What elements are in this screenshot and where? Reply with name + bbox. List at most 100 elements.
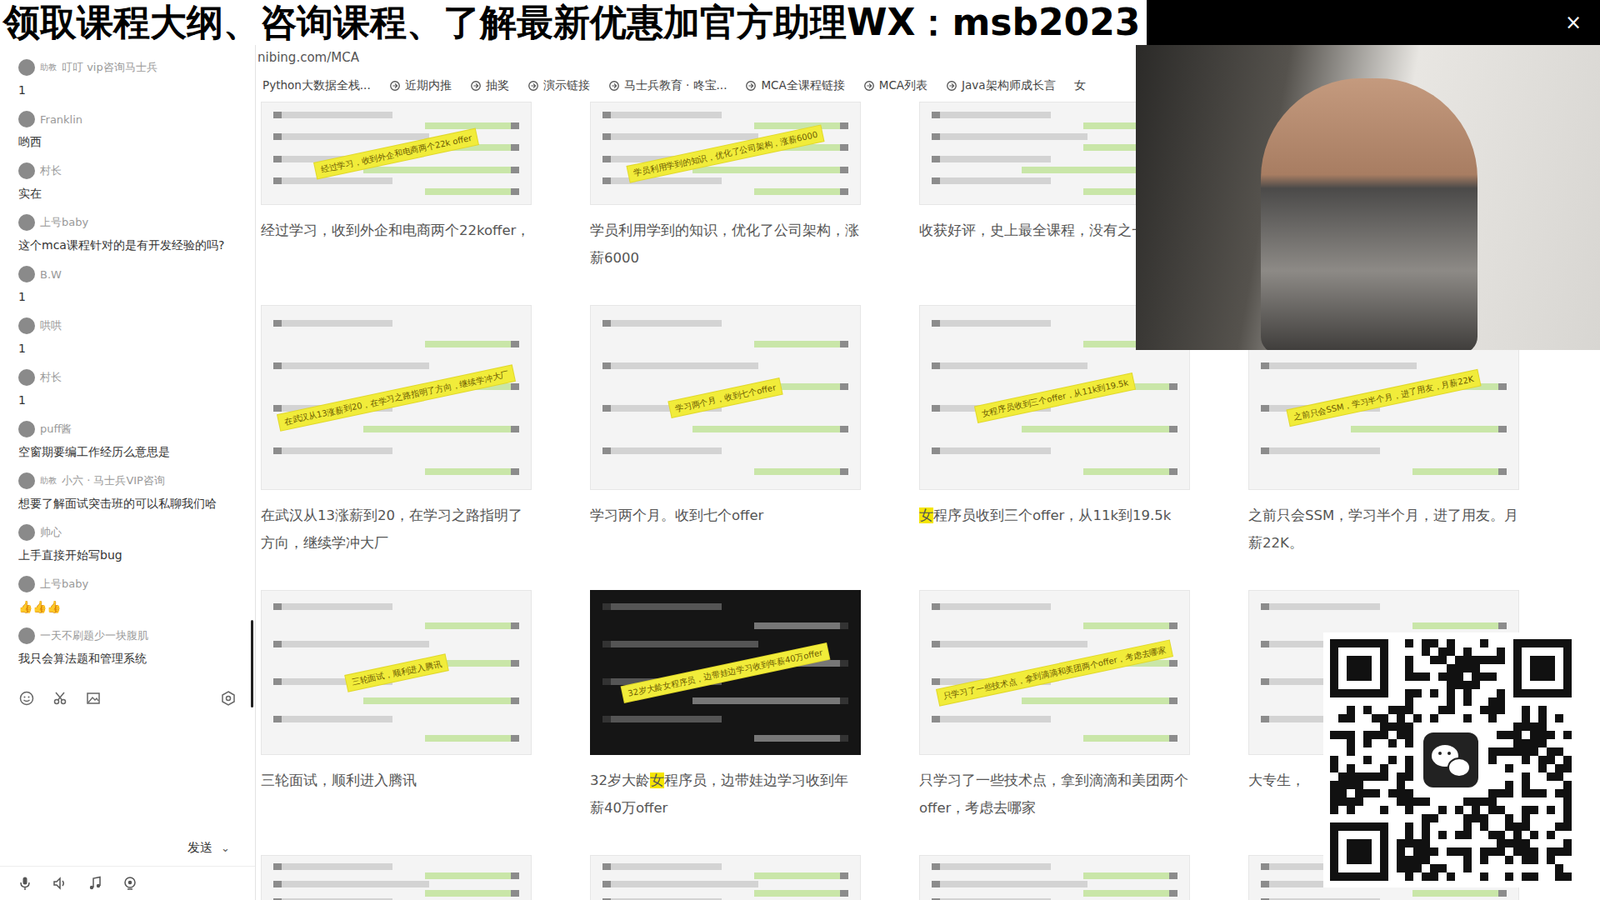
send-menu-button[interactable]: ⌄	[220, 841, 230, 855]
sender-name: 上号baby	[40, 576, 89, 592]
sender-name: 叮叮 vip咨询马士兵	[61, 60, 158, 75]
link-icon	[389, 80, 401, 92]
chat-message: 上号baby 这个mca课程针对的是有开发经验的吗?	[0, 208, 255, 260]
sender-name: 村长	[40, 370, 62, 385]
chat-screenshot	[260, 855, 532, 900]
sender-name: 一天不刷题少一块腹肌	[40, 628, 149, 644]
testimonial-card[interactable]: 在武汉从13涨薪到20，在学习之路指明了方向，继续学冲大厂在武汉从13涨薪到20…	[260, 305, 532, 557]
emoji-icon[interactable]	[18, 690, 35, 707]
record-icon[interactable]	[121, 875, 139, 892]
qr-code-icon	[1323, 632, 1579, 888]
testimonial-card[interactable]: 经过学习，收到外企和电商两个22k offer 经过学习，收到外企和电商两个22k…	[260, 101, 532, 272]
card-caption: 在武汉从13涨薪到20，在学习之路指明了方向，继续学冲大厂	[260, 501, 532, 557]
testimonial-card[interactable]	[919, 855, 1190, 900]
card-caption: 三轮面试，顺利进入腾讯	[260, 766, 532, 822]
testimonial-card[interactable]: 三轮面试，顺利进入腾讯三轮面试，顺利进入腾讯	[260, 590, 532, 822]
sender-name: 帅心	[40, 525, 62, 540]
chat-toolbar	[0, 673, 255, 710]
scrollbar[interactable]	[250, 620, 254, 708]
highlight-banner: 在武汉从13涨薪到20，在学习之路指明了方向，继续学冲大厂	[277, 365, 515, 430]
avatar-icon	[18, 162, 35, 180]
role-badge: 助教	[40, 475, 57, 487]
promo-banner: 领取课程大纲、咨询课程、了解最新优惠加官方助理WX：msb2023×	[0, 0, 1600, 45]
screen: 领取课程大纲、咨询课程、了解最新优惠加官方助理WX：msb2023×助教叮叮 v…	[0, 0, 1600, 900]
bookmark[interactable]: 近期内推	[389, 78, 452, 94]
testimonial-card[interactable]: 学习两个月，收到七个offer 学习两个月。收到七个offer	[590, 305, 861, 557]
link-icon	[527, 80, 540, 92]
bookmark[interactable]: 马士兵教育 · 咚宝...	[608, 78, 728, 94]
message-text: 1	[18, 338, 237, 359]
link-icon	[863, 80, 875, 92]
bookmark[interactable]: MCA列表	[863, 78, 928, 94]
close-button[interactable]: ×	[1565, 10, 1582, 35]
card-caption: 经过学习，收到外企和电商两个22koffer，	[260, 216, 532, 272]
chat-screenshot: 学习两个月，收到七个offer	[590, 305, 861, 490]
highlight-banner: 32岁大龄女程序员，边带娃边学习收到年薪40万offer	[621, 643, 830, 703]
chat-screenshot: 在武汉从13涨薪到20，在学习之路指明了方向，继续学冲大厂	[260, 305, 532, 490]
bookmark[interactable]: MCA全课程链接	[745, 78, 845, 94]
message-input[interactable]	[0, 710, 255, 840]
microphone-icon[interactable]	[16, 875, 34, 892]
testimonial-card[interactable]: 只学习了一些技术点，拿到滴滴和美团两个offer，考虑去哪家只学习了一些技术点，…	[919, 590, 1190, 822]
search-highlight: 女	[650, 772, 665, 789]
testimonial-card[interactable]	[260, 855, 532, 900]
message-text: 1	[18, 80, 237, 100]
avatar-icon	[18, 110, 35, 128]
speaker-icon[interactable]	[51, 875, 69, 892]
chat-screenshot: 32岁大龄女程序员，边带娃边学习收到年薪40万offer	[590, 590, 861, 755]
search-highlight: 女	[919, 507, 934, 524]
chat-message: 一天不刷题少一块腹肌我只会算法题和管理系统	[0, 621, 255, 674]
message-text: 实在	[18, 183, 237, 204]
avatar-icon	[18, 265, 35, 283]
bookmark[interactable]: Python大数据全栈...	[262, 78, 371, 94]
avatar-icon	[18, 627, 35, 645]
card-caption: 之前只会SSM，学习半个月，进了用友。月薪22K。	[1248, 501, 1520, 557]
sender-name: Franklin	[40, 113, 83, 126]
settings-icon[interactable]	[220, 690, 237, 707]
message-text: 这个mca课程针对的是有开发经验的吗?	[18, 235, 237, 255]
chat-message: 帅心上手直接开始写bug	[0, 518, 255, 570]
avatar-icon	[18, 59, 35, 76]
send-button[interactable]: 发送	[187, 840, 213, 856]
bookmark[interactable]: Java架构师成长言	[945, 78, 1056, 94]
bookmark[interactable]: 抽奖	[470, 78, 510, 94]
bookmark[interactable]: 女	[1074, 78, 1086, 94]
sender-name: 上号baby	[40, 215, 89, 230]
message-list: 助教叮叮 vip咨询马士兵1Franklin哟西村长实在上号baby这个mca课…	[0, 45, 255, 674]
highlight-banner: 女程序员收到三个offer，从11k到19.5k	[975, 373, 1135, 422]
sender-name: B.W	[40, 268, 62, 281]
role-badge: 助教	[40, 61, 57, 74]
chat-message: 村长 1	[0, 363, 255, 415]
testimonial-card[interactable]	[590, 855, 861, 900]
chat-message: 上号baby👍👍👍	[0, 570, 255, 622]
chat-screenshot: 学员利用学到的知识，优化了公司架构，涨薪6000	[590, 101, 861, 205]
music-icon[interactable]	[86, 875, 104, 892]
avatar-icon	[18, 317, 35, 335]
message-text: 哟西	[18, 131, 237, 152]
message-text: 1	[18, 390, 237, 410]
chat-message: 村长实在	[0, 156, 255, 209]
message-text: 想要了解面试突击班的可以私聊我们哈	[18, 493, 237, 514]
card-caption: 32岁大龄女程序员，边带娃边学习收到年薪40万offer	[590, 766, 861, 822]
message-text: 我只会算法题和管理系统	[18, 648, 237, 669]
sender-name: 村长	[40, 163, 62, 179]
link-icon	[470, 80, 482, 92]
card-caption: 学习两个月。收到七个offer	[590, 501, 861, 557]
media-toolbar	[0, 865, 255, 900]
testimonial-card[interactable]: 32岁大龄女程序员，边带娃边学习收到年薪40万offer 32岁大龄女程序员，边带…	[590, 590, 861, 822]
avatar-icon	[18, 214, 35, 231]
highlight-banner: 只学习了一些技术点，拿到滴滴和美团两个offer，考虑去哪家	[936, 640, 1173, 705]
chat-screenshot: 经过学习，收到外企和电商两个22k offer	[260, 101, 532, 205]
message-text: 空窗期要编工作经历么意思是	[18, 441, 237, 462]
card-caption: 只学习了一些技术点，拿到滴滴和美团两个offer，考虑去哪家	[919, 766, 1190, 822]
chat-screenshot	[919, 855, 1190, 900]
testimonial-card[interactable]: 学员利用学到的知识，优化了公司架构，涨薪6000学员利用学到的知识，优化了公司架…	[590, 101, 861, 272]
sender-name: 小六 · 马士兵VIP咨询	[61, 473, 165, 489]
chat-screenshot: 三轮面试，顺利进入腾讯	[260, 590, 532, 755]
bookmark[interactable]: 演示链接	[527, 78, 590, 94]
chat-screenshot	[590, 855, 861, 900]
avatar-icon	[18, 472, 35, 490]
highlight-banner: 之前只会SSM，学习半个月，进了用友，月薪22K	[1287, 370, 1480, 426]
scissors-icon[interactable]	[51, 690, 69, 707]
image-icon[interactable]	[85, 690, 102, 707]
